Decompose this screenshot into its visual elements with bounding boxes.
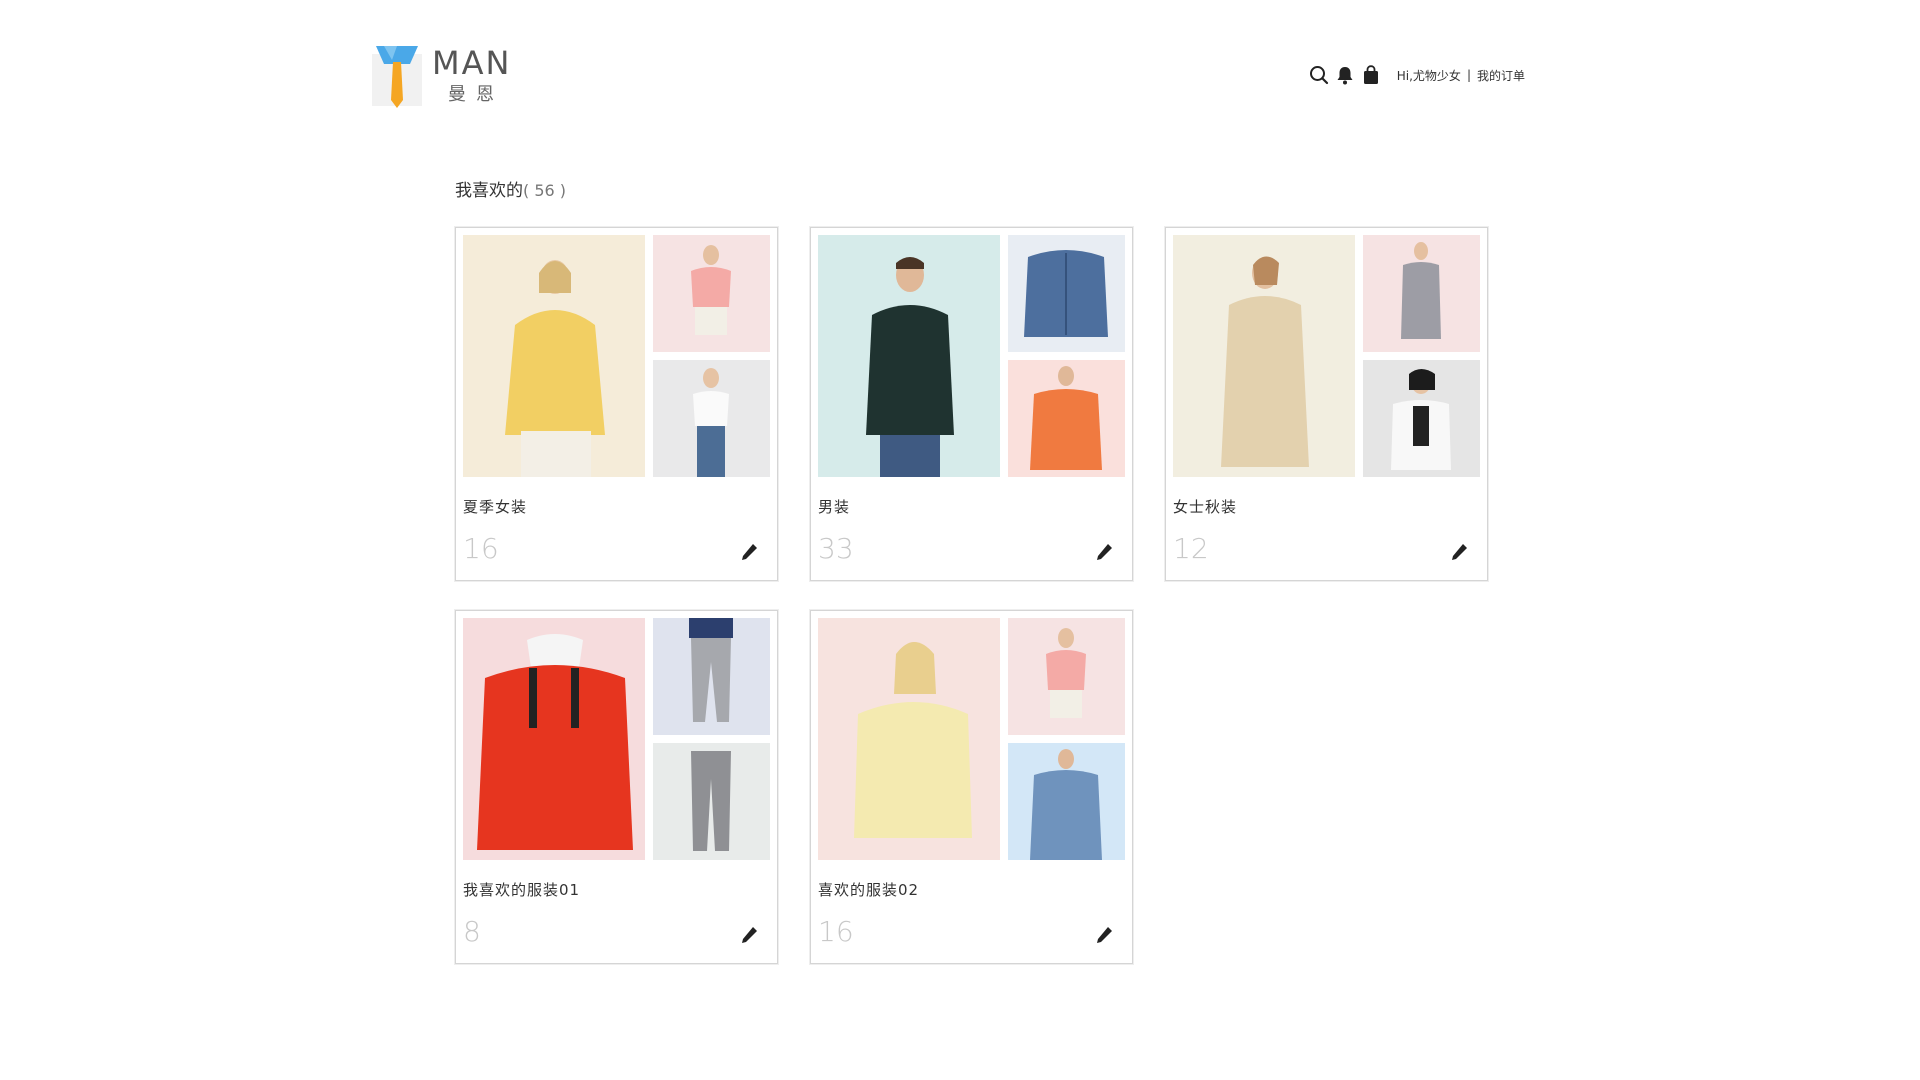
collection-item-count: 12 (1173, 532, 1209, 565)
bell-icon[interactable] (1333, 63, 1357, 87)
collection-cover-main (818, 235, 1000, 477)
collection-cover-main (463, 235, 645, 477)
collection-card[interactable]: 女士秋装 12 (1165, 227, 1488, 581)
collection-card[interactable]: 夏季女装 16 (455, 227, 778, 581)
collection-cover-main (1173, 235, 1355, 477)
edit-pencil-icon[interactable] (739, 542, 759, 562)
collection-card[interactable]: 我喜欢的服装01 8 (455, 610, 778, 964)
logo-subtitle: 曼恩 (448, 84, 504, 105)
collection-cover-thumb (1008, 360, 1125, 477)
collection-cover-thumb (653, 618, 770, 735)
favorites-count: ( 56 ) (523, 181, 567, 200)
my-orders-link[interactable]: 我的订单 (1477, 67, 1525, 84)
collection-name: 女士秋装 (1173, 498, 1238, 516)
edit-pencil-icon[interactable] (1449, 542, 1469, 562)
collection-item-count: 33 (818, 532, 854, 565)
collection-cover-thumb (1008, 235, 1125, 352)
edit-pencil-icon[interactable] (1094, 925, 1114, 945)
shopping-bag-icon[interactable] (1359, 63, 1383, 87)
header-separator: | (1466, 68, 1471, 82)
collection-cover-thumb (1363, 360, 1480, 477)
collection-cover-thumb (1008, 618, 1125, 735)
collection-cover-thumb (653, 360, 770, 477)
collection-name: 男装 (818, 498, 851, 516)
edit-pencil-icon[interactable] (1094, 542, 1114, 562)
collection-cover-main (463, 618, 645, 860)
page-title: 我喜欢的( 56 ) (455, 176, 566, 201)
collection-cover-thumb (1363, 235, 1480, 352)
logo[interactable]: MAN 曼恩 (372, 42, 522, 108)
tie-logo-icon (372, 46, 422, 108)
collection-item-count: 16 (463, 532, 499, 565)
collection-cover-thumb (653, 235, 770, 352)
collection-name: 喜欢的服装02 (818, 881, 920, 899)
collection-card[interactable]: 男装 33 (810, 227, 1133, 581)
collection-name: 夏季女装 (463, 498, 528, 516)
edit-pencil-icon[interactable] (739, 925, 759, 945)
collection-item-count: 8 (463, 915, 481, 948)
header-actions: Hi,尤物少女 | 我的订单 (1305, 62, 1525, 88)
collection-cover-thumb (1008, 743, 1125, 860)
collection-cover-main (818, 618, 1000, 860)
user-greeting[interactable]: Hi,尤物少女 (1397, 67, 1461, 84)
collection-name: 我喜欢的服装01 (463, 881, 581, 899)
logo-text: MAN (432, 44, 512, 82)
page-title-label: 我喜欢的 (455, 181, 523, 201)
collection-card[interactable]: 喜欢的服装02 16 (810, 610, 1133, 964)
collection-cover-thumb (653, 743, 770, 860)
search-icon[interactable] (1307, 63, 1331, 87)
collection-item-count: 16 (818, 915, 854, 948)
